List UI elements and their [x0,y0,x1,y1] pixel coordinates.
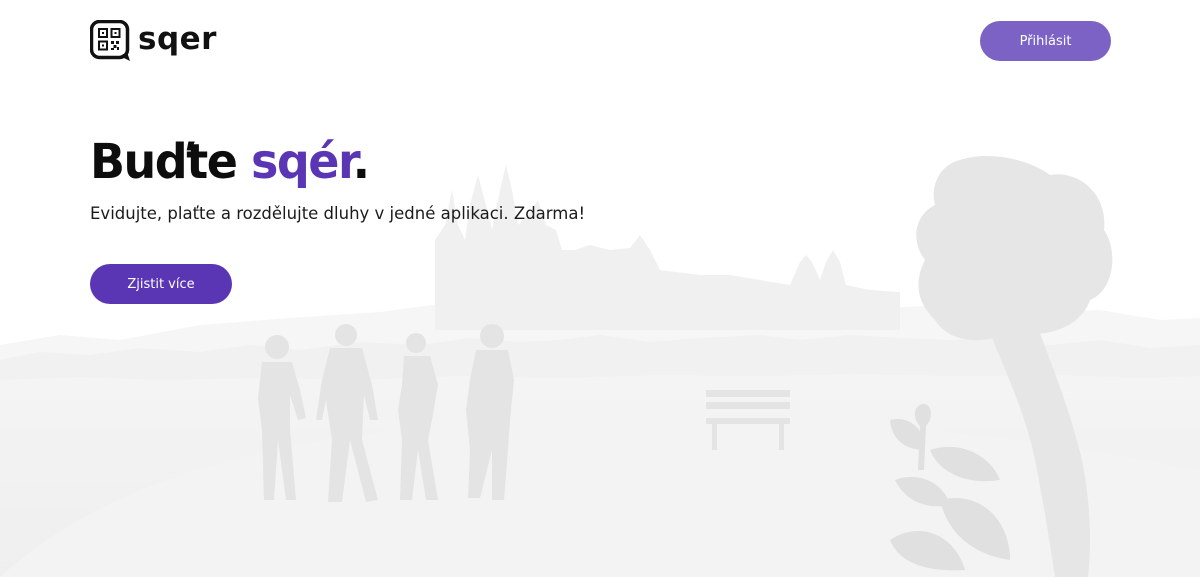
headline-suffix: . [352,133,370,190]
learn-more-button[interactable]: Zjistit více [90,264,232,304]
headline-prefix: Buďte [90,133,251,190]
hero-headline: Buďte sqér. [90,132,585,191]
login-button[interactable]: Přihlásit [980,21,1111,61]
hero-subtitle: Evidujte, plaťte a rozdělujte dluhy v je… [90,204,586,223]
hero-section: Buďte sqér. Evidujte, plaťte a rozdělujt… [90,132,585,226]
qr-code-icon [90,20,130,61]
logo[interactable]: sqer [90,20,217,62]
headline-accent: sqér [250,133,354,190]
site-header: sqer Přihlásit [0,0,1200,80]
logo-text: sqer [138,20,217,57]
